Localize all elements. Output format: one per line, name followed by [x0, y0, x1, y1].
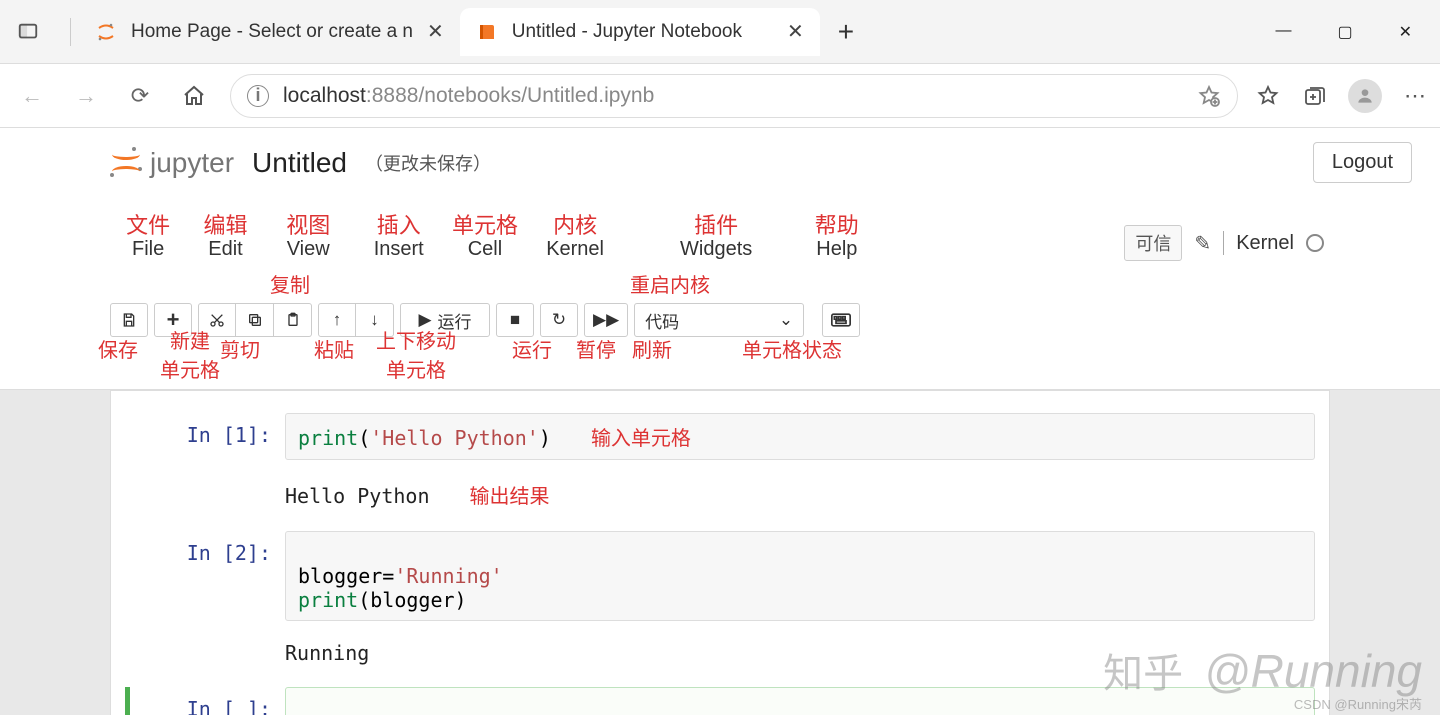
favorite-add-icon[interactable]: [1197, 84, 1221, 108]
browser-tab-home[interactable]: Home Page - Select or create a n ✕: [79, 8, 460, 56]
browser-address-bar: ← → ⟳ i localhost:8888/notebooks/Untitle…: [0, 64, 1440, 128]
toolbar: + ↑ ↓ ▶ 运行 ■ ↻ ▶▶ 代码 ⌄: [110, 303, 1330, 337]
output-text: Hello Python: [285, 484, 430, 508]
restart-run-all-button[interactable]: ▶▶: [584, 303, 628, 337]
url-path: /notebooks/Untitled.ipynb: [418, 84, 654, 107]
page-content: jupyter Untitled （更改未保存） Logout 文件File 编…: [0, 128, 1440, 715]
close-icon[interactable]: ✕: [427, 19, 444, 44]
cell-1[interactable]: In [1]: print('Hello Python') 输入单元格: [125, 413, 1315, 460]
kernel-status-icon: [1306, 234, 1324, 252]
trusted-indicator[interactable]: 可信: [1124, 225, 1182, 261]
menu-edit[interactable]: 编辑Edit: [186, 238, 264, 261]
close-window-button[interactable]: ✕: [1399, 22, 1412, 42]
menubar: 文件File 编辑Edit 视图View 插入Insert 单元格Cell 内核…: [110, 189, 1330, 267]
label-state: 单元格状态: [742, 334, 842, 363]
menu-file[interactable]: 文件File: [110, 238, 186, 261]
chevron-down-icon: ⌄: [779, 310, 793, 330]
cell-input[interactable]: blogger='Running' print(blogger): [285, 531, 1315, 621]
home-button[interactable]: [176, 78, 212, 114]
maximize-button[interactable]: ▢: [1337, 22, 1352, 42]
notebook-title[interactable]: Untitled: [252, 147, 347, 179]
cell-prompt: In [2]:: [125, 531, 285, 621]
menu-help[interactable]: 帮助Help: [794, 238, 879, 261]
menu-kernel[interactable]: 内核Kernel: [524, 238, 626, 261]
command-palette-button[interactable]: [822, 303, 860, 337]
copy-button[interactable]: [236, 303, 274, 337]
window-controls: — ▢ ✕: [1275, 22, 1440, 42]
site-info-icon[interactable]: i: [247, 85, 269, 107]
output-annotation: 输出结果: [470, 486, 550, 508]
tab-title: Untitled - Jupyter Notebook: [512, 21, 742, 43]
cell-1-output: . Hello Python 输出结果: [125, 470, 1315, 513]
forward-button[interactable]: →: [68, 78, 104, 114]
url-port: :8888: [366, 84, 419, 107]
new-tab-button[interactable]: +: [838, 16, 854, 48]
tab-title: Home Page - Select or create a n: [131, 21, 413, 43]
edit-icon[interactable]: ✎: [1194, 231, 1211, 256]
label-run: 运行: [512, 334, 552, 363]
menu-widgets[interactable]: 插件Widgets: [658, 238, 774, 261]
label-refresh: 刷新: [632, 334, 672, 363]
code: blogger='Running' print(blogger): [298, 564, 503, 612]
cell-2-output: . Running: [125, 631, 1315, 669]
label-cut: 剪切: [220, 334, 260, 363]
code: print('Hello Python'): [298, 426, 551, 450]
cell-input[interactable]: [285, 687, 1315, 715]
cell-type-select[interactable]: 代码 ⌄: [634, 303, 804, 337]
close-icon[interactable]: ✕: [787, 19, 804, 44]
profile-avatar[interactable]: [1348, 79, 1382, 113]
browser-tabbar: Home Page - Select or create a n ✕ Untit…: [0, 0, 1440, 64]
menu-insert[interactable]: 插入Insert: [352, 238, 446, 261]
minimize-button[interactable]: —: [1275, 22, 1291, 42]
label-stop: 暂停: [576, 334, 616, 363]
stop-button[interactable]: ■: [496, 303, 534, 337]
credit: CSDN @Running宋芮: [1294, 694, 1422, 713]
url-host: localhost: [283, 84, 366, 107]
browser-tab-notebook[interactable]: Untitled - Jupyter Notebook ✕: [460, 8, 820, 56]
url-input[interactable]: i localhost:8888/notebooks/Untitled.ipyn…: [230, 74, 1238, 118]
menu-view[interactable]: 视图View: [265, 238, 352, 261]
browser-app-icon[interactable]: [14, 18, 42, 46]
kernel-name[interactable]: Kernel: [1236, 232, 1294, 255]
label-save: 保存: [98, 334, 138, 363]
notebook-area: In [1]: print('Hello Python') 输入单元格 . He…: [110, 390, 1330, 715]
output-text: Running: [285, 631, 381, 669]
cell-2[interactable]: In [2]: blogger='Running' print(blogger): [125, 531, 1315, 621]
label-restart: 重启内核: [630, 269, 710, 298]
cell-prompt: In [ ]:: [130, 687, 285, 715]
refresh-button[interactable]: ⟳: [122, 78, 158, 114]
jupyter-favicon-icon: [95, 21, 117, 43]
cell-prompt: In [1]:: [125, 413, 285, 460]
divider: [1223, 231, 1224, 255]
restart-button[interactable]: ↻: [540, 303, 578, 337]
move-up-button[interactable]: ↑: [318, 303, 356, 337]
favorites-icon[interactable]: [1256, 84, 1280, 108]
label-paste: 粘贴: [314, 334, 354, 363]
collections-icon[interactable]: [1302, 84, 1326, 108]
save-button[interactable]: [110, 303, 148, 337]
back-button[interactable]: ←: [14, 78, 50, 114]
input-annotation: 输入单元格: [591, 428, 691, 450]
divider: [70, 18, 71, 46]
more-menu-icon[interactable]: ⋯: [1404, 83, 1426, 109]
label-add: 新建 单元格: [160, 325, 220, 383]
label-copy: 复制: [270, 269, 310, 298]
cell-input[interactable]: print('Hello Python') 输入单元格: [285, 413, 1315, 460]
logout-button[interactable]: Logout: [1313, 142, 1412, 183]
unsaved-indicator: （更改未保存）: [365, 150, 491, 176]
logo-text: jupyter: [150, 147, 234, 179]
menu-cell[interactable]: 单元格Cell: [446, 238, 524, 261]
jupyter-logo[interactable]: jupyter: [110, 147, 234, 179]
jupyter-header: jupyter Untitled （更改未保存） Logout 文件File 编…: [0, 128, 1440, 390]
label-move: 上下移动 单元格: [376, 325, 456, 383]
paste-button[interactable]: [274, 303, 312, 337]
cell-3[interactable]: In [ ]:: [125, 687, 1315, 715]
notebook-favicon-icon: [476, 21, 498, 43]
